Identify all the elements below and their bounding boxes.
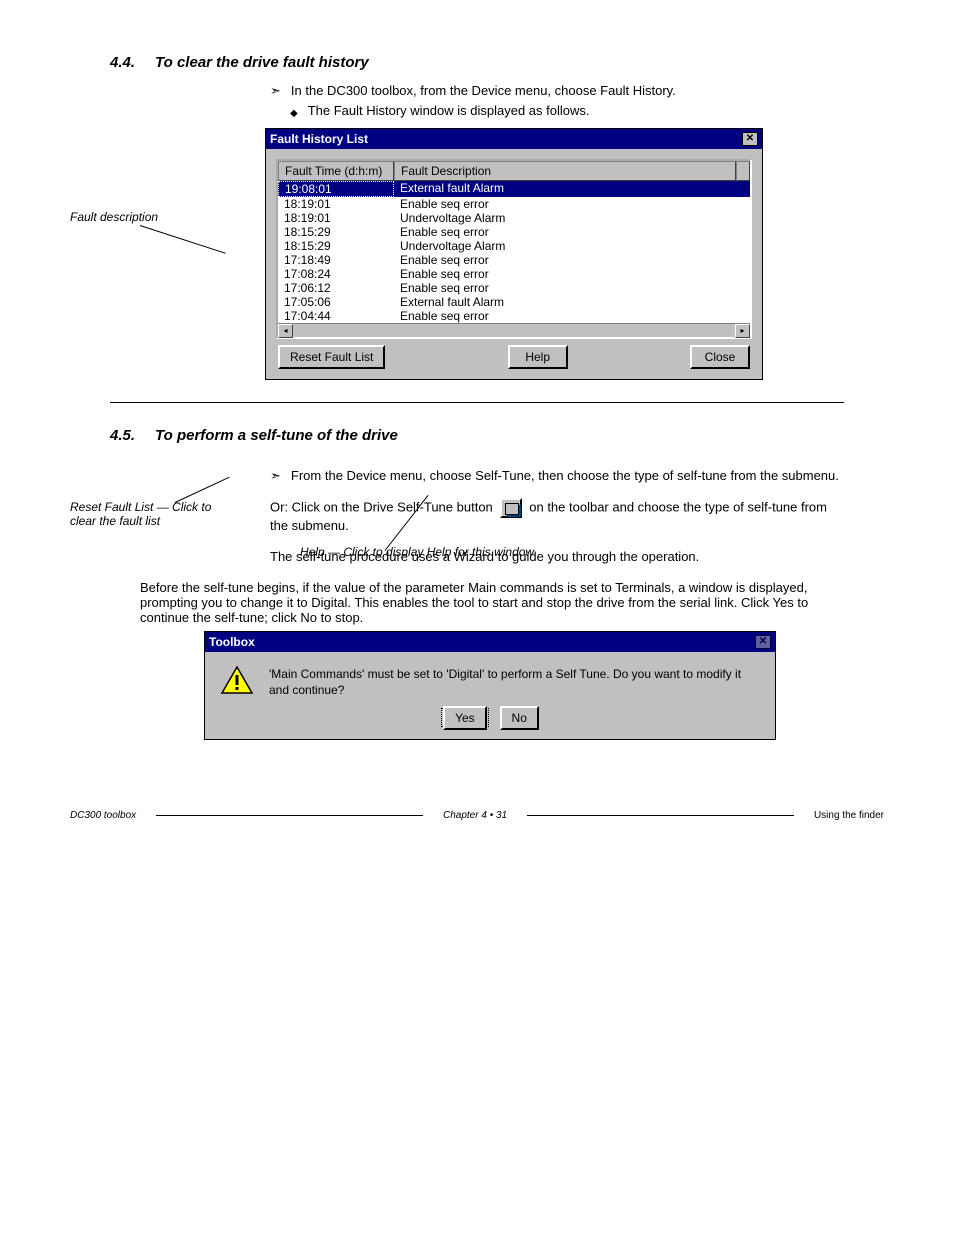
toolbox-dialog-title: Toolbox <box>209 635 255 649</box>
step-arrow-icon: ➣ <box>270 83 281 99</box>
close-icon[interactable]: ✕ <box>742 132 758 146</box>
yes-button[interactable]: Yes <box>443 706 487 730</box>
cell-desc: External fault Alarm <box>394 295 750 309</box>
fault-dialog-title: Fault History List <box>270 132 368 146</box>
cell-desc: Undervoltage Alarm <box>394 211 750 225</box>
cell-time: 18:19:01 <box>278 197 394 211</box>
section2-para3: Before the self-tune begins, if the valu… <box>140 580 814 625</box>
table-row[interactable]: 18:19:01Enable seq error <box>278 197 750 211</box>
cell-time: 18:15:29 <box>278 225 394 239</box>
annot-reset: Reset Fault List — Click to clear the fa… <box>70 500 240 528</box>
diamond-icon <box>290 103 298 118</box>
cell-desc: Enable seq error <box>394 281 750 295</box>
step-arrow-icon-2: ➣ <box>270 468 281 484</box>
cell-desc: Enable seq error <box>394 267 750 281</box>
col-header-desc[interactable]: Fault Description <box>394 161 736 181</box>
section2-or: Or: Click on the Drive Self-Tune button <box>270 499 493 514</box>
footer-line-2 <box>527 815 794 816</box>
section2-num: 4.5. <box>110 427 135 444</box>
footer-mid: Chapter 4 • 31 <box>443 810 507 821</box>
cell-time: 17:06:12 <box>278 281 394 295</box>
table-row[interactable]: 17:04:44Enable seq error <box>278 309 750 323</box>
scroll-left-icon[interactable]: ◂ <box>278 324 293 338</box>
footer-line-1 <box>156 815 423 816</box>
warning-icon <box>221 666 253 694</box>
cell-time: 17:05:06 <box>278 295 394 309</box>
cell-time: 19:08:01 <box>278 181 394 197</box>
no-button[interactable]: No <box>500 706 539 730</box>
cell-time: 18:15:29 <box>278 239 394 253</box>
cell-desc: Enable seq error <box>394 309 750 323</box>
table-row[interactable]: 17:08:24Enable seq error <box>278 267 750 281</box>
col-header-pad <box>736 161 750 181</box>
help-button[interactable]: Help <box>508 345 568 369</box>
close-icon-disabled: ✕ <box>755 635 771 649</box>
section2-step1: From the Device menu, choose Self-Tune, … <box>291 468 839 484</box>
cell-time: 17:18:49 <box>278 253 394 267</box>
cell-desc: Enable seq error <box>394 197 750 211</box>
annot-line-2 <box>175 477 230 503</box>
section2-heading: To perform a self-tune of the drive <box>155 427 398 444</box>
table-row[interactable]: 17:05:06External fault Alarm <box>278 295 750 309</box>
annot-fault-desc: Fault description <box>70 210 158 224</box>
toolbox-dialog: Toolbox ✕ 'Main Commands' must be set to… <box>204 631 776 740</box>
table-row[interactable]: 18:15:29Undervoltage Alarm <box>278 239 750 253</box>
cell-desc: Enable seq error <box>394 253 750 267</box>
scroll-right-icon[interactable]: ▸ <box>735 324 750 338</box>
section1-step1b: The Fault History window is displayed as… <box>308 103 590 118</box>
cell-time: 17:08:24 <box>278 267 394 281</box>
table-row[interactable]: 19:08:01External fault Alarm <box>278 181 750 197</box>
reset-fault-list-button[interactable]: Reset Fault List <box>278 345 385 369</box>
section1-num: 4.4. <box>110 54 135 71</box>
table-row[interactable]: 18:15:29Enable seq error <box>278 225 750 239</box>
toolbox-message: 'Main Commands' must be set to 'Digital'… <box>269 666 759 698</box>
cell-time: 18:19:01 <box>278 211 394 225</box>
table-row[interactable]: 17:18:49Enable seq error <box>278 253 750 267</box>
self-tune-toolbar-icon[interactable] <box>500 498 522 518</box>
close-button[interactable]: Close <box>690 345 750 369</box>
section1-heading: To clear the drive fault history <box>155 54 369 71</box>
annot-line-1 <box>140 225 226 254</box>
fault-listview[interactable]: Fault Time (d:h:m) Fault Description 19:… <box>276 159 752 339</box>
cell-desc: External fault Alarm <box>394 181 750 197</box>
fault-history-dialog: Fault History List ✕ Fault Time (d:h:m) … <box>265 128 763 380</box>
annot-help: Help — Click to display Help for this wi… <box>300 545 550 559</box>
section1-step1: In the DC300 toolbox, from the Device me… <box>291 83 676 99</box>
section-divider <box>110 402 844 403</box>
col-header-time[interactable]: Fault Time (d:h:m) <box>278 161 394 181</box>
cell-time: 17:04:44 <box>278 309 394 323</box>
table-row[interactable]: 18:19:01Undervoltage Alarm <box>278 211 750 225</box>
cell-desc: Enable seq error <box>394 225 750 239</box>
footer-left: DC300 toolbox <box>70 810 136 821</box>
cell-desc: Undervoltage Alarm <box>394 239 750 253</box>
table-row[interactable]: 17:06:12Enable seq error <box>278 281 750 295</box>
footer-right: Using the finder <box>814 810 884 821</box>
horizontal-scrollbar[interactable]: ◂ ▸ <box>278 323 750 337</box>
